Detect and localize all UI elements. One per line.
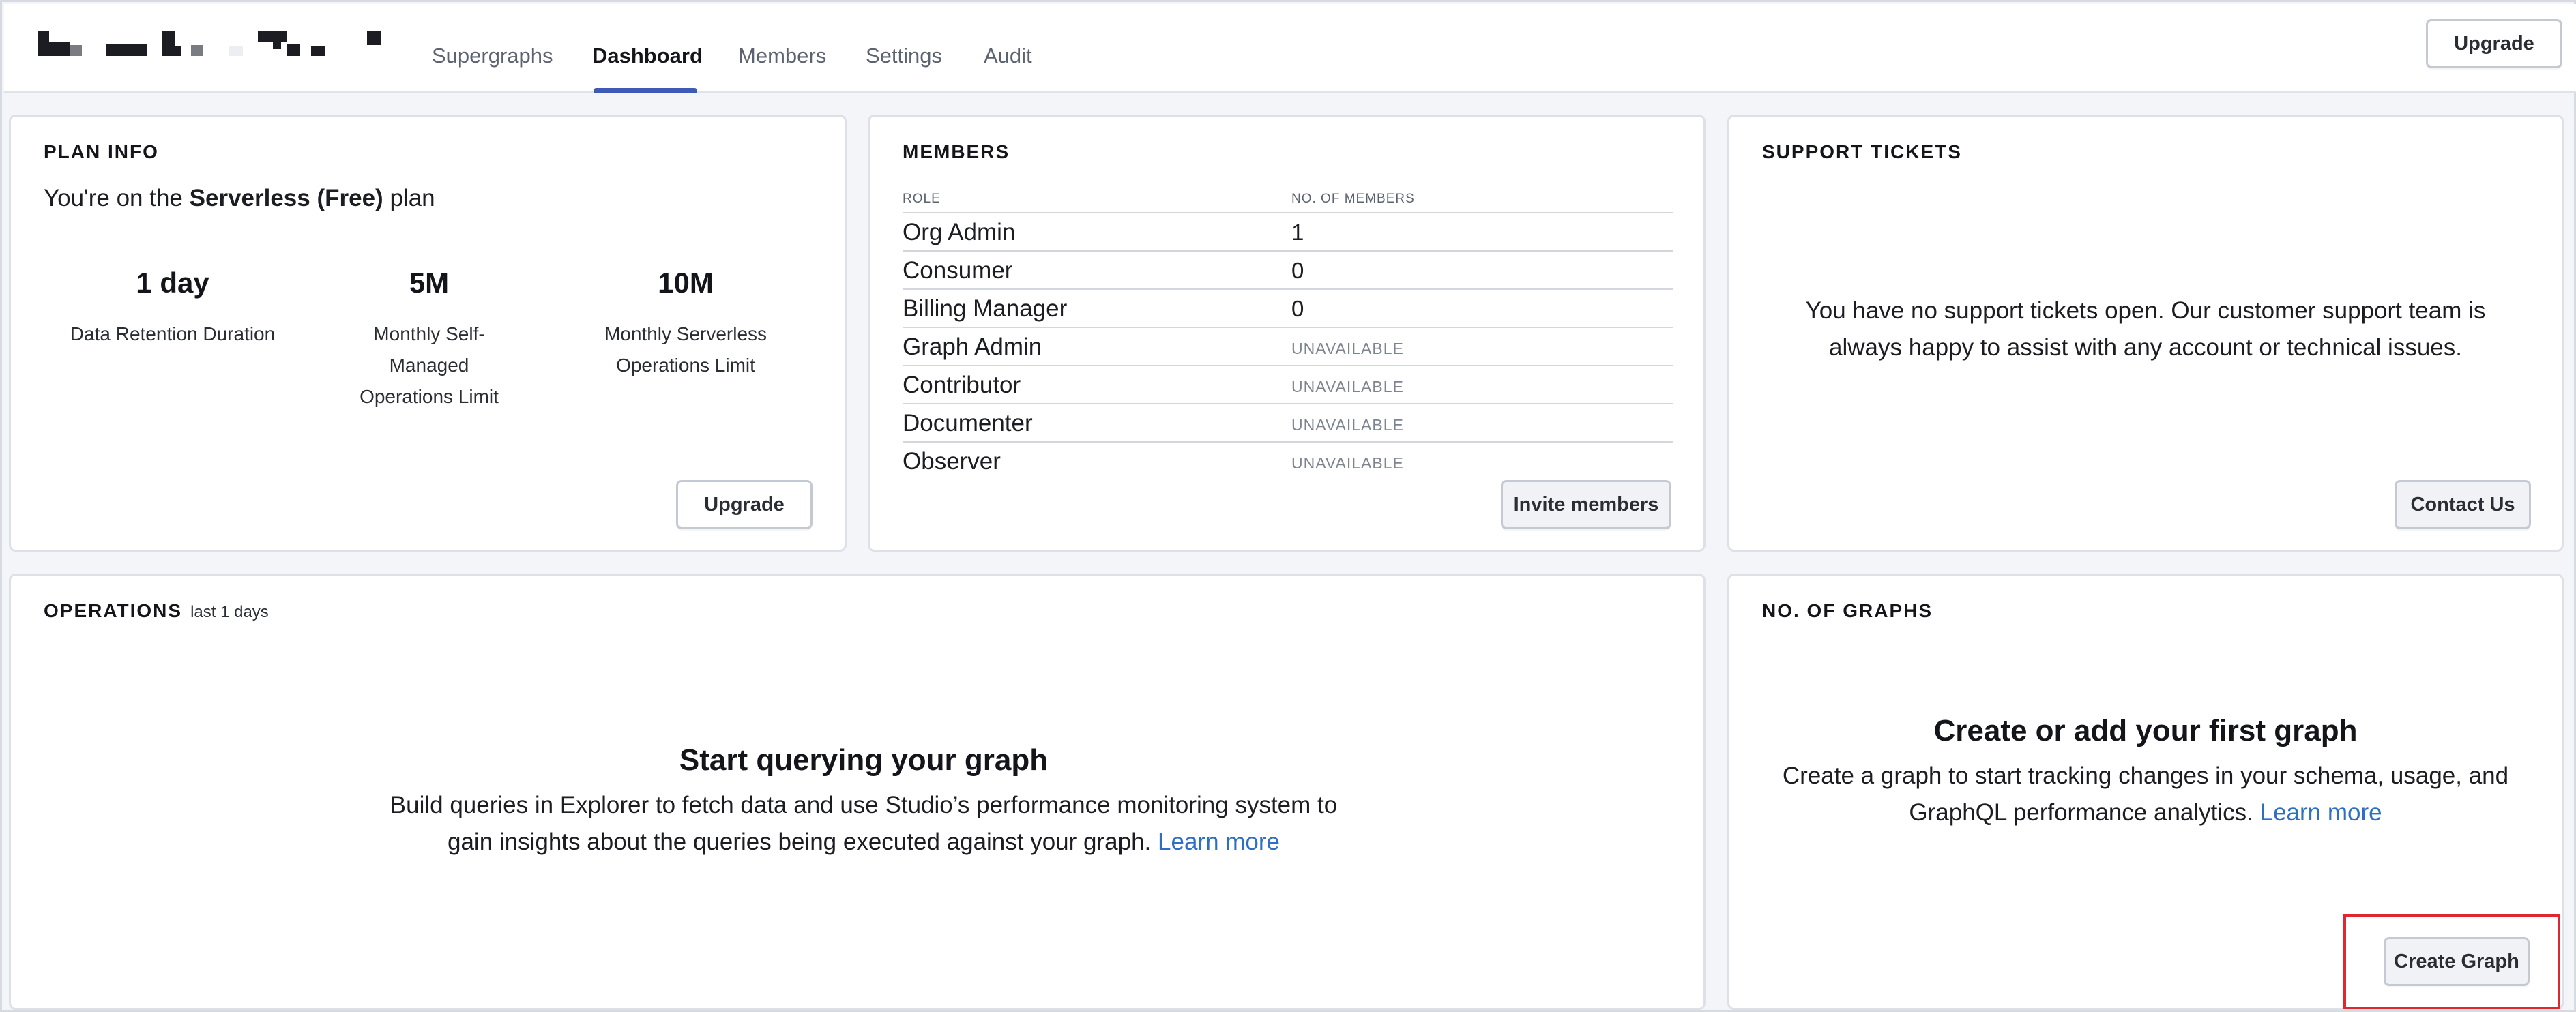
operations-empty-body: Build queries in Explorer to fetch data … <box>390 792 1338 855</box>
members-title: MEMBERS <box>903 141 1010 162</box>
members-table-header: ROLE NO. OF MEMBERS <box>903 185 1673 213</box>
operations-empty-state: Start querying your graph Build queries … <box>386 743 1341 861</box>
members-card: MEMBERS ROLE NO. OF MEMBERS Org Admin 1 … <box>868 115 1706 552</box>
members-table: ROLE NO. OF MEMBERS Org Admin 1 Consumer… <box>903 185 1673 481</box>
tab-dashboard[interactable]: Dashboard <box>592 44 703 68</box>
operations-card: OPERATIONS last 1 days Start querying you… <box>9 574 1706 1010</box>
tab-supergraphs[interactable]: Supergraphs <box>432 44 553 68</box>
app-window: Supergraphs Dashboard Members Settings A… <box>0 0 2576 1012</box>
graphs-card: NO. OF GRAPHS Create or add your first g… <box>1727 574 2564 1010</box>
active-tab-indicator <box>594 88 697 93</box>
header-upgrade-button[interactable]: Upgrade <box>2426 19 2562 68</box>
support-empty-message: You have no support tickets open. Our cu… <box>1805 297 2486 361</box>
plan-info-title: PLAN INFO <box>44 141 159 162</box>
col-count-header: NO. OF MEMBERS <box>1291 192 1415 206</box>
top-nav-bar: Supergraphs Dashboard Members Settings A… <box>4 4 2576 93</box>
table-row: Observer UNAVAILABLE <box>903 448 1404 475</box>
operations-range-note: last 1 days <box>190 603 269 621</box>
plan-info-card: PLAN INFO You're on the Serverless (Free… <box>9 115 847 552</box>
stat-self-managed-limit: 5M Monthly Self-Managed Operations Limit <box>360 267 499 407</box>
support-tickets-title: SUPPORT TICKETS <box>1762 141 1962 162</box>
table-row: Org Admin 1 <box>903 213 1673 252</box>
col-role-header: ROLE <box>903 192 941 206</box>
plan-name: Serverless (Free) <box>189 185 383 211</box>
contact-us-button[interactable]: Contact Us <box>2395 480 2531 529</box>
invite-members-button[interactable]: Invite members <box>1501 480 1671 529</box>
support-tickets-card: SUPPORT TICKETS You have no support tick… <box>1727 115 2564 552</box>
stat-retention: 1 day Data Retention Duration <box>70 267 276 344</box>
current-plan-text: You're on the Serverless (Free) plan <box>44 185 435 211</box>
operations-title: OPERATIONS last 1 days <box>44 600 269 621</box>
tab-audit[interactable]: Audit <box>984 44 1032 68</box>
graphs-empty-state: Create or add your first graph Create a … <box>1770 714 2521 831</box>
tab-settings[interactable]: Settings <box>866 44 942 68</box>
stat-serverless-limit: 10M Monthly Serverless Operations Limit <box>604 267 767 376</box>
plan-upgrade-button[interactable]: Upgrade <box>676 480 813 529</box>
graphs-empty-title: Create or add your first graph <box>1933 714 2358 747</box>
operations-empty-title: Start querying your graph <box>679 743 1049 777</box>
create-graph-button[interactable]: Create Graph <box>2384 937 2530 986</box>
table-row: Consumer 0 <box>903 252 1673 290</box>
table-row: Billing Manager 0 <box>903 290 1673 328</box>
graphs-learn-more-link[interactable]: Learn more <box>2260 799 2382 826</box>
graphs-title: NO. OF GRAPHS <box>1762 600 1933 621</box>
table-row: Documenter UNAVAILABLE <box>903 404 1673 443</box>
tab-members[interactable]: Members <box>738 44 826 68</box>
graphs-empty-body: Create a graph to start tracking changes… <box>1782 762 2509 826</box>
org-logo[interactable] <box>38 31 386 61</box>
table-row: Graph Admin UNAVAILABLE <box>903 328 1673 366</box>
table-row: Contributor UNAVAILABLE <box>903 366 1673 404</box>
operations-learn-more-link[interactable]: Learn more <box>1158 829 1280 855</box>
